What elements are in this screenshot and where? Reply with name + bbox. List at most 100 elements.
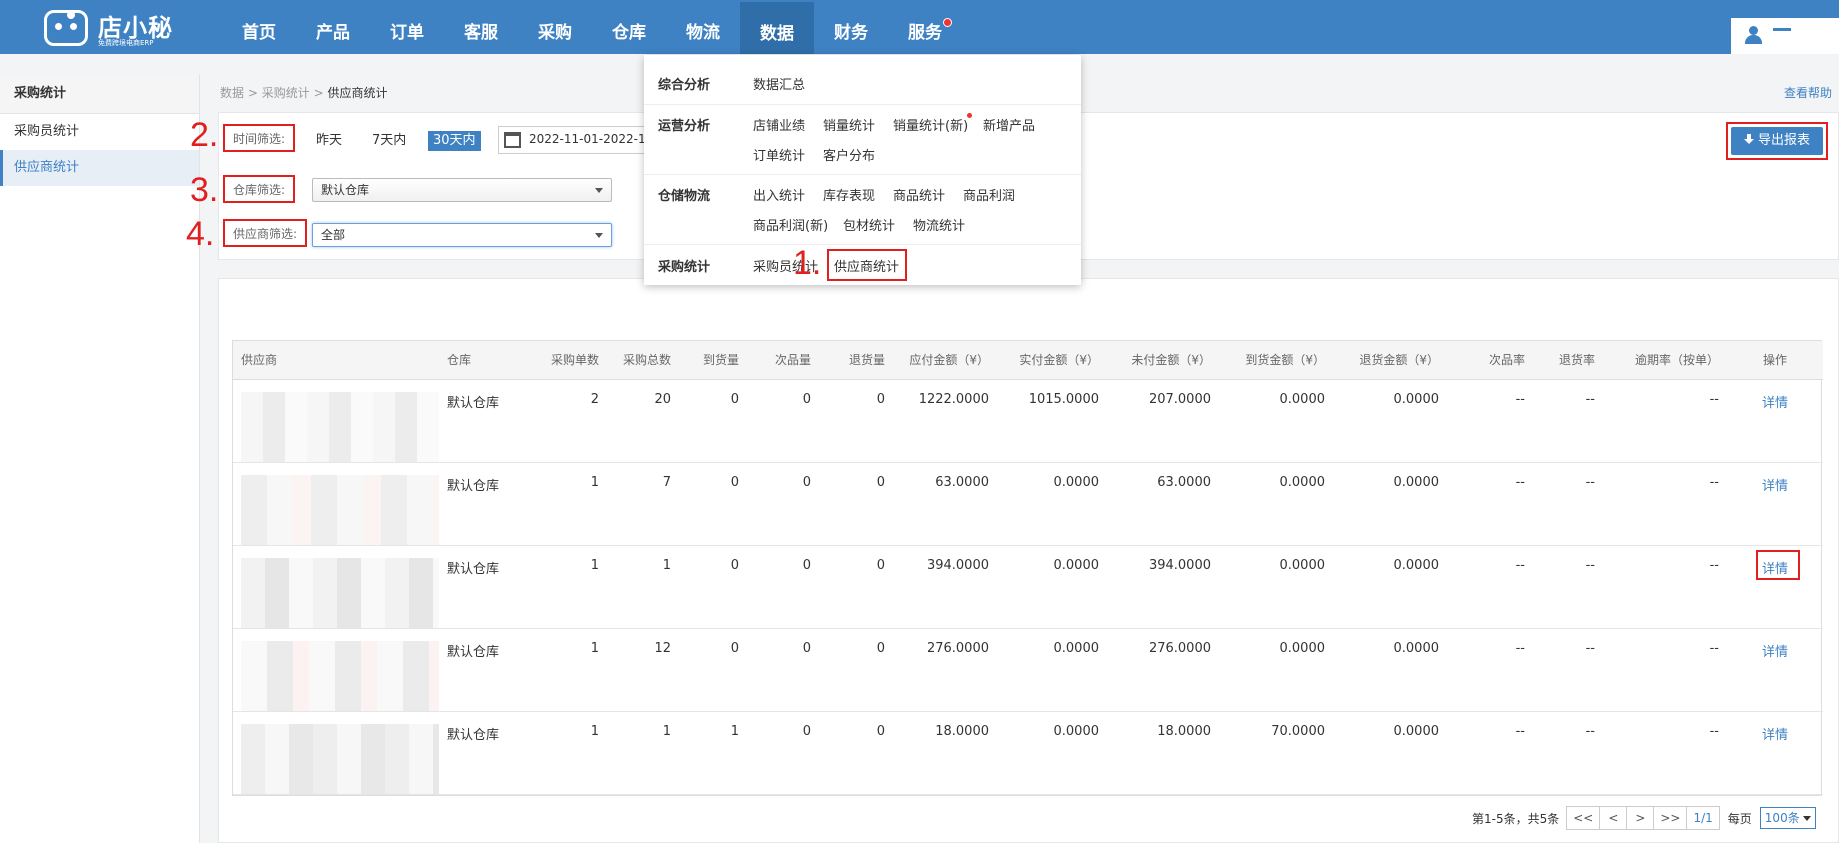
time-option-7days[interactable]: 7天内 <box>367 131 411 151</box>
dropdown-link-product-profit-new[interactable]: 商品利润(新) <box>753 215 828 234</box>
details-link[interactable]: 详情 <box>1762 479 1788 494</box>
nav-logistics[interactable]: 物流 <box>666 0 740 54</box>
date-range-value: 2022-11-01-2022-12 <box>529 132 654 146</box>
dropdown-link-product-profit[interactable]: 商品利润 <box>963 185 1015 204</box>
cell-return-amount: 0.0000 <box>1333 628 1447 712</box>
chevron-down-icon <box>1802 816 1811 821</box>
time-option-yesterday[interactable]: 昨天 <box>311 131 347 151</box>
col-header-payable: 应付金额（¥） <box>893 341 997 380</box>
cell-returned: 0 <box>819 545 893 629</box>
user-menu[interactable] <box>1731 18 1839 54</box>
warehouse-select-value: 默认仓库 <box>321 183 370 197</box>
help-link[interactable]: 查看帮助 <box>1784 84 1832 101</box>
cell-payable: 18.0000 <box>893 711 997 795</box>
last-page-button[interactable]: >> <box>1653 806 1688 830</box>
dropdown-link-sales-stats[interactable]: 销量统计 <box>823 115 875 134</box>
user-name-placeholder <box>1773 28 1791 31</box>
cell-purchase-total: 12 <box>607 628 679 712</box>
warehouse-select[interactable]: 默认仓库 <box>312 178 612 202</box>
dropdown-link-sales-stats-new[interactable]: 销量统计(新) <box>893 115 968 134</box>
breadcrumb-purchase-stats[interactable]: 采购统计 <box>262 86 310 100</box>
step-marker-4: 4. <box>186 215 215 253</box>
cell-arrived-amount: 0.0000 <box>1219 379 1333 463</box>
nav-orders[interactable]: 订单 <box>370 0 444 54</box>
cell-order-count: 1 <box>533 462 607 546</box>
cell-overdue-rate: -- <box>1603 628 1727 712</box>
dropdown-link-shop-performance[interactable]: 店铺业绩 <box>753 115 805 134</box>
dropdown-link-packaging-stats[interactable]: 包材统计 <box>843 215 895 234</box>
dropdown-category: 采购统计 <box>658 260 711 275</box>
step-marker-3: 3. <box>190 171 219 209</box>
details-link[interactable]: 详情 <box>1762 728 1788 743</box>
cell-return-amount: 0.0000 <box>1333 711 1447 795</box>
cell-unpaid: 276.0000 <box>1107 628 1219 712</box>
dropdown-link-order-stats[interactable]: 订单统计 <box>753 145 805 164</box>
details-link[interactable]: 详情 <box>1762 645 1788 660</box>
cell-purchase-total: 7 <box>607 462 679 546</box>
supplier-select[interactable]: 全部 <box>312 223 612 247</box>
breadcrumb-data[interactable]: 数据 <box>220 86 244 100</box>
dropdown-group-warehouse-logistics: 仓储物流 出入统计 库存表现 商品统计 商品利润 商品利润(新) 包材统计 物流… <box>644 175 1081 245</box>
cell-defective: 0 <box>747 711 819 795</box>
supplier-stats-highlight <box>827 249 907 281</box>
cell-unpaid: 394.0000 <box>1107 545 1219 629</box>
cell-returned: 0 <box>819 379 893 463</box>
nav-services-label: 服务 <box>908 23 942 43</box>
cell-overdue-rate: -- <box>1603 462 1727 546</box>
nav-finance[interactable]: 财务 <box>814 0 888 54</box>
cell-purchase-total: 20 <box>607 379 679 463</box>
dropdown-link-product-stats[interactable]: 商品统计 <box>893 185 945 204</box>
breadcrumb-separator: > <box>247 86 258 100</box>
dropdown-link-inout-stats[interactable]: 出入统计 <box>753 185 805 204</box>
cell-defect-rate: -- <box>1447 711 1533 795</box>
cell-warehouse: 默认仓库 <box>439 628 533 712</box>
nav-products[interactable]: 产品 <box>296 0 370 54</box>
time-option-30days[interactable]: 30天内 <box>428 131 481 151</box>
sidebar-item-buyer-stats[interactable]: 采购员统计 <box>0 114 199 150</box>
nav-data[interactable]: 数据 <box>740 2 814 54</box>
cell-defective: 0 <box>747 628 819 712</box>
step-marker-2: 2. <box>190 116 219 154</box>
col-header-unpaid: 未付金额（¥） <box>1107 341 1219 380</box>
details-link[interactable]: 详情 <box>1762 396 1788 411</box>
cell-order-count: 2 <box>533 379 607 463</box>
cell-paid: 0.0000 <box>997 628 1107 712</box>
cell-overdue-rate: -- <box>1603 545 1727 629</box>
cell-payable: 276.0000 <box>893 628 997 712</box>
first-page-button[interactable]: << <box>1566 806 1601 830</box>
dropdown-link-data-summary[interactable]: 数据汇总 <box>753 74 805 93</box>
dropdown-link-customer-distribution[interactable]: 客户分布 <box>823 145 875 164</box>
nav-warehouse[interactable]: 仓库 <box>592 0 666 54</box>
cell-return-rate: -- <box>1533 711 1603 795</box>
main-nav: 首页 产品 订单 客服 采购 仓库 物流 数据 财务 服务 <box>222 0 962 54</box>
cell-order-count: 1 <box>533 628 607 712</box>
dropdown-link-logistics-stats[interactable]: 物流统计 <box>913 215 965 234</box>
redacted-image <box>241 557 439 628</box>
nav-home[interactable]: 首页 <box>222 0 296 54</box>
data-dropdown-menu: 综合分析 数据汇总 运营分析 店铺业绩 销量统计 销量统计(新) 新增产品 订单… <box>644 55 1081 285</box>
supplier-name-redacted <box>233 379 439 463</box>
redacted-image <box>241 391 439 462</box>
per-page-value: 100条 <box>1764 811 1800 825</box>
nav-services[interactable]: 服务 <box>888 0 962 54</box>
page-indicator[interactable]: 1/1 <box>1686 806 1720 830</box>
col-header-purchase-total: 采购总数 <box>607 341 679 380</box>
sidebar-item-supplier-stats[interactable]: 供应商统计 <box>0 150 199 186</box>
per-page-select[interactable]: 100条 <box>1759 807 1816 829</box>
dropdown-link-new-products[interactable]: 新增产品 <box>983 115 1035 134</box>
cell-arrived-amount: 0.0000 <box>1219 462 1333 546</box>
per-page-label: 每页 <box>1727 811 1752 826</box>
dropdown-link-inventory-performance[interactable]: 库存表现 <box>823 185 875 204</box>
col-header-returned: 退货量 <box>819 341 893 380</box>
prev-page-button[interactable]: < <box>1599 806 1628 830</box>
logo[interactable]: 店小秘 免费跨境电商ERP <box>42 4 182 50</box>
col-header-order-count: 采购单数 <box>533 341 607 380</box>
nav-customer-service[interactable]: 客服 <box>444 0 518 54</box>
export-button-label: 导出报表 <box>1757 133 1810 148</box>
date-range-input[interactable]: 2022-11-01-2022-12 <box>498 126 653 154</box>
table-row: 默认仓库 1 1 0 0 0 394.0000 0.0000 394.0000 … <box>233 545 1823 629</box>
next-page-button[interactable]: > <box>1626 806 1655 830</box>
cell-returned: 0 <box>819 628 893 712</box>
export-report-button[interactable]: 导出报表 <box>1731 127 1823 155</box>
nav-purchase[interactable]: 采购 <box>518 0 592 54</box>
